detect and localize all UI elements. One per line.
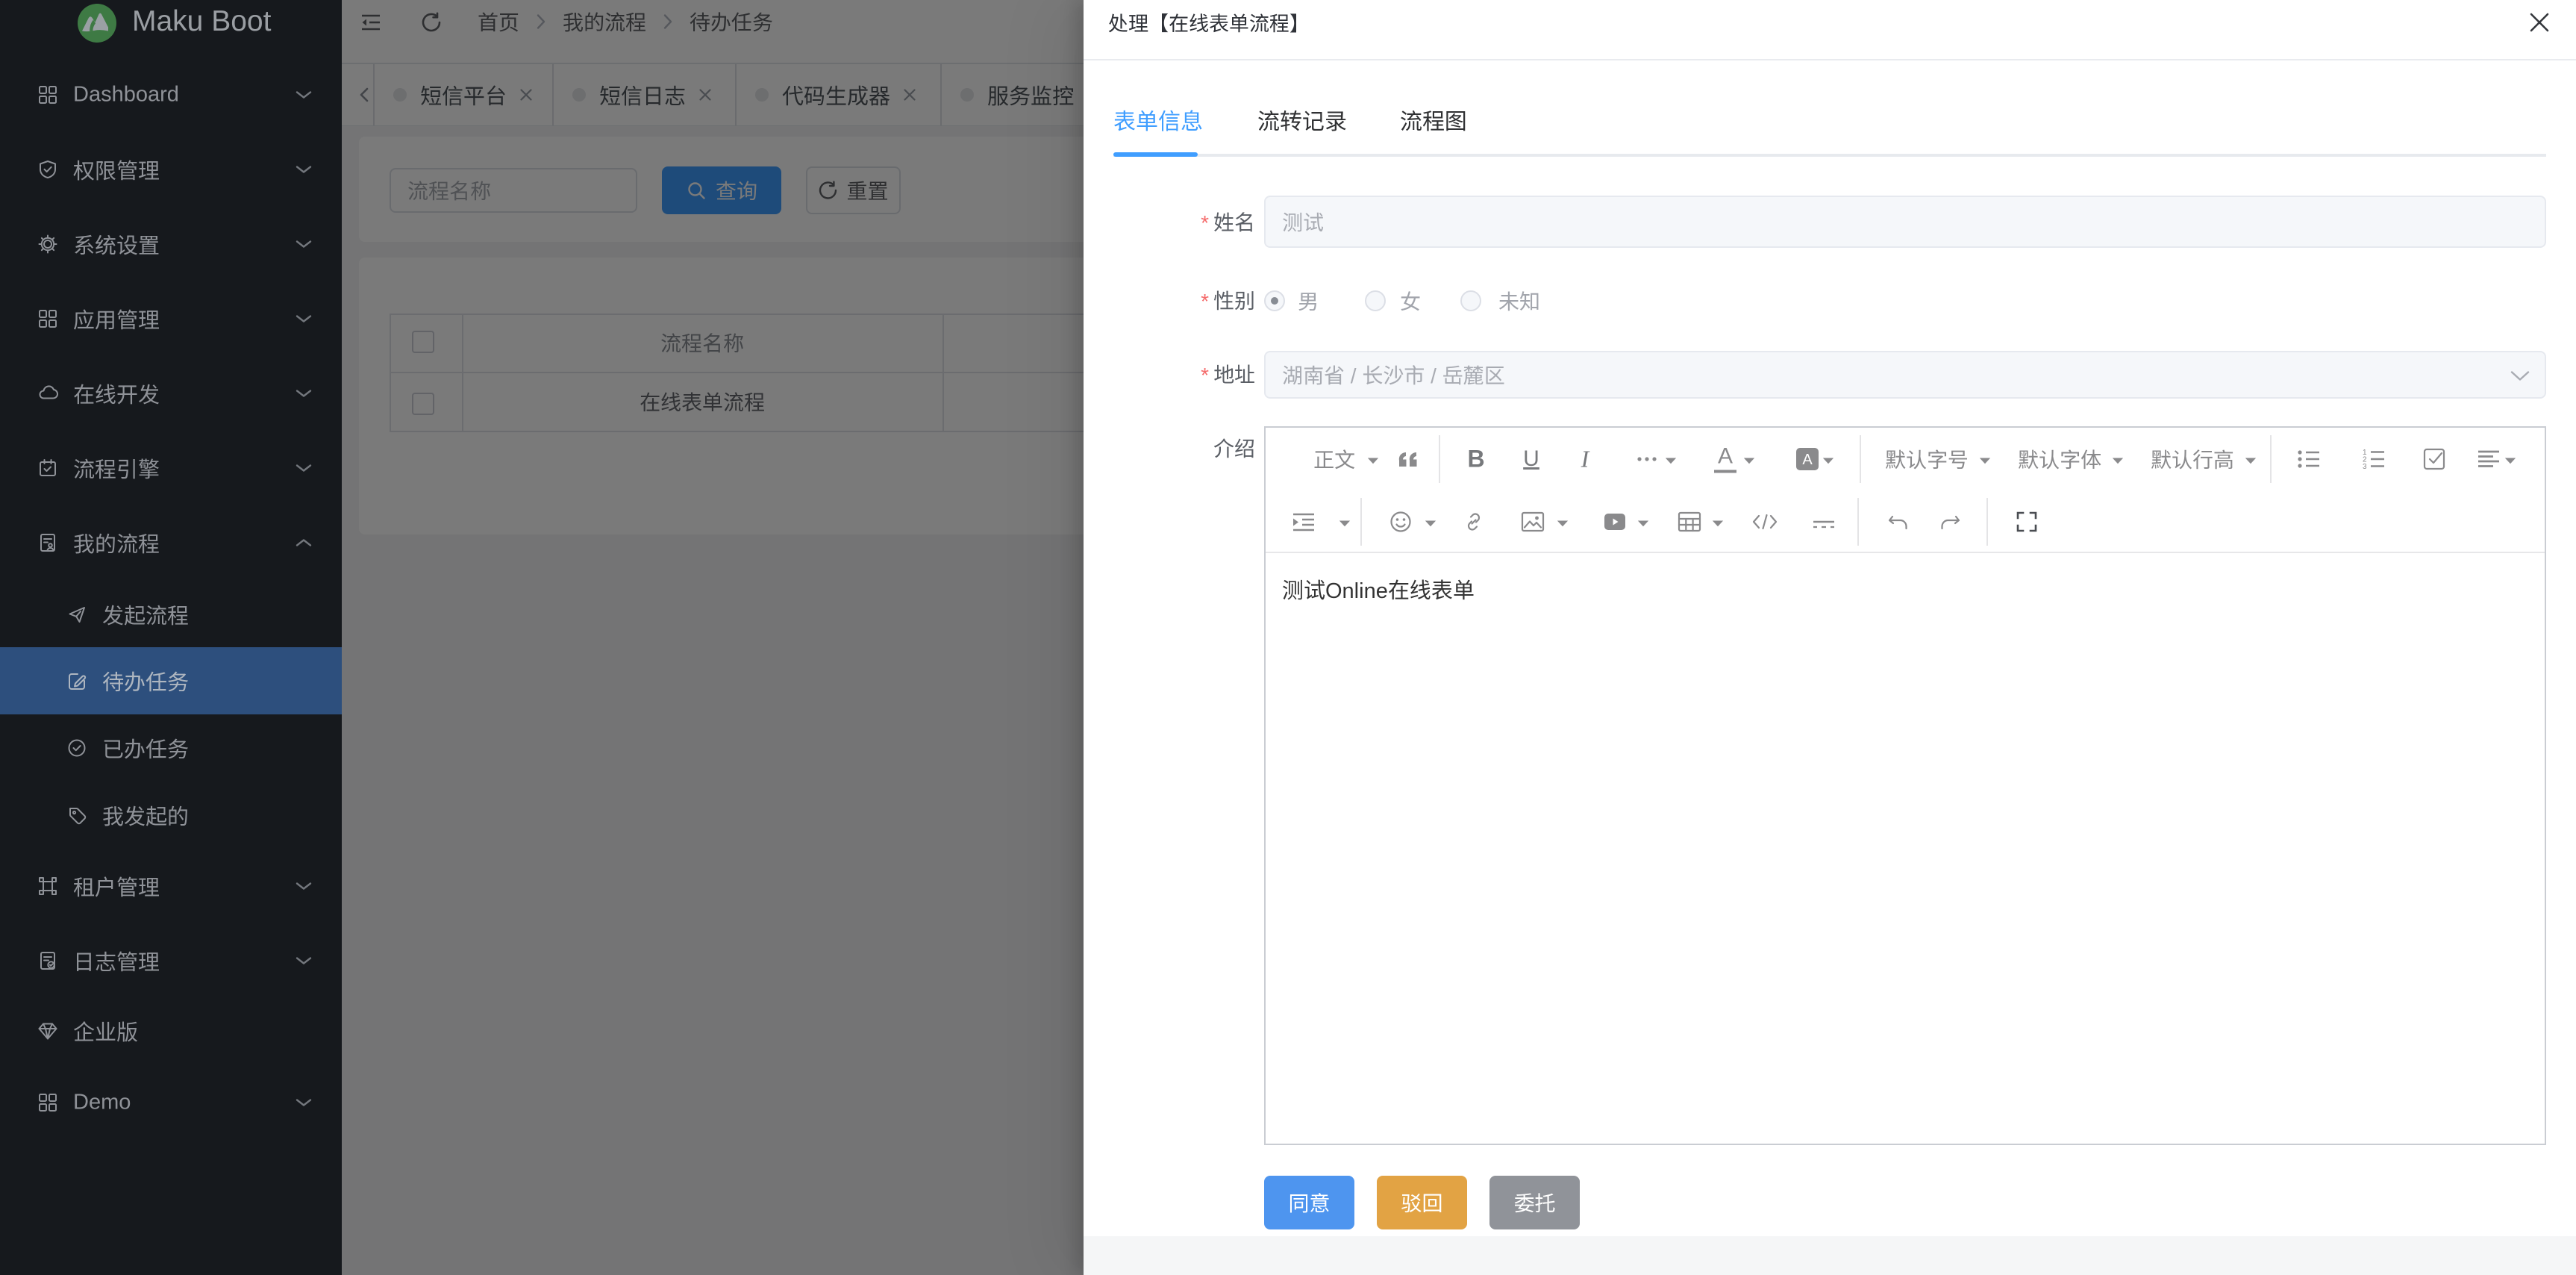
svg-text:A: A	[1802, 452, 1813, 468]
svg-text:3: 3	[2363, 463, 2367, 470]
